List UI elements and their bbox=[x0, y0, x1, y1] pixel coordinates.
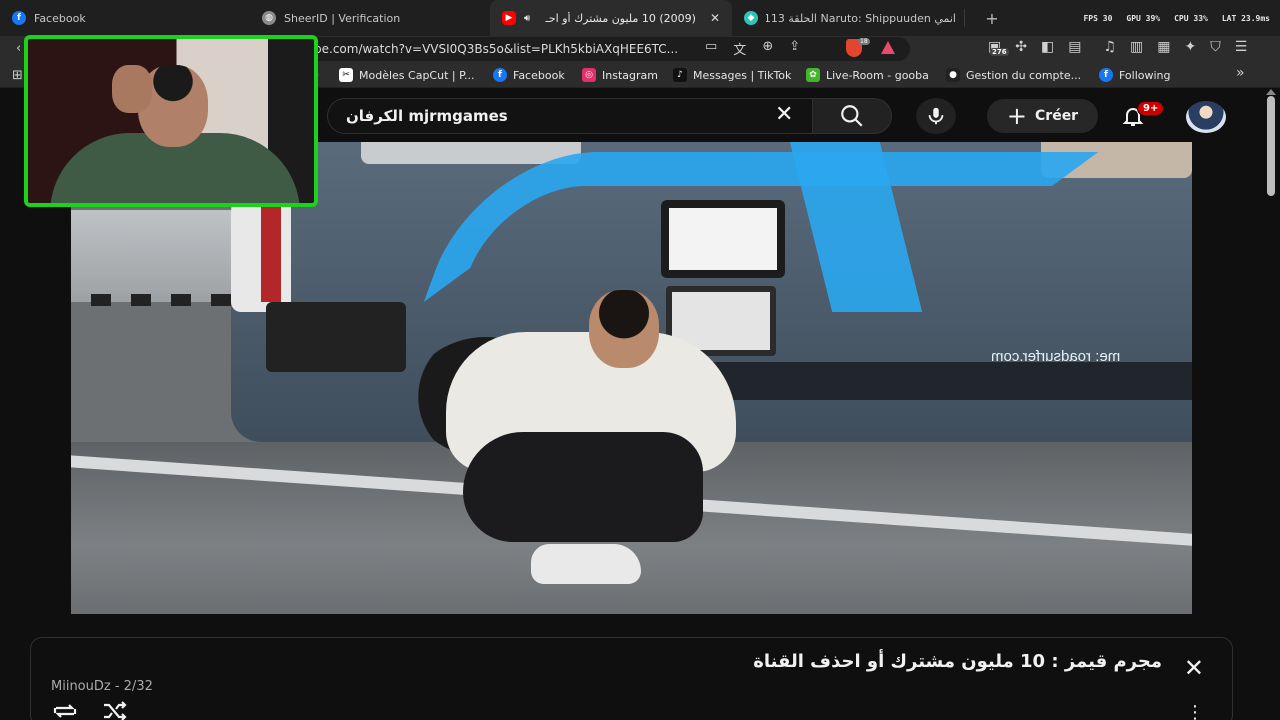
bookmark-facebook[interactable]: f Facebook bbox=[493, 68, 565, 82]
brave-rewards-icon[interactable] bbox=[881, 41, 895, 54]
shuffle-icon[interactable] bbox=[101, 700, 129, 720]
more-options-icon[interactable]: ⋮ bbox=[1186, 702, 1204, 720]
video-person-shoe bbox=[531, 544, 641, 584]
bookmark-label: Instagram bbox=[602, 68, 658, 82]
search-button[interactable] bbox=[812, 98, 892, 134]
media-controls-icon[interactable]: ♫ bbox=[1103, 39, 1116, 55]
scrollbar-thumb[interactable] bbox=[1267, 96, 1275, 196]
gooba-icon: ✿ bbox=[806, 68, 820, 82]
playlist-meta: MiinouDz - 2/32 bbox=[51, 679, 153, 694]
bookmark-label: Facebook bbox=[513, 68, 565, 82]
clear-search-icon[interactable]: ✕ bbox=[775, 104, 793, 126]
bookmark-tiktok[interactable]: ♪ Messages | TikTok bbox=[673, 68, 791, 82]
wallet-icon[interactable]: ▦ bbox=[1157, 39, 1170, 55]
speaker-icon[interactable]: 🔊︎ bbox=[524, 13, 530, 24]
translate-icon[interactable]: 文 bbox=[733, 39, 746, 58]
cpu-readout: CPU 33% bbox=[1174, 13, 1208, 23]
plus-icon: + bbox=[1006, 102, 1028, 130]
search-icon bbox=[841, 105, 863, 127]
search-query-text: الكرفان mjrmgames bbox=[346, 107, 508, 125]
facebook-icon: f bbox=[12, 11, 26, 25]
cast-icon[interactable]: ▭ bbox=[705, 39, 717, 58]
playlist-title[interactable]: مجرم قيمز : 10 مليون مشترك أو احذف القنا… bbox=[753, 651, 1162, 672]
create-label: Créer bbox=[1035, 108, 1079, 124]
video-van-lettering: me: roadsurfer.com bbox=[991, 348, 1121, 365]
video-player[interactable]: me: roadsurfer.com bbox=[71, 142, 1192, 614]
voice-search-button[interactable] bbox=[916, 98, 956, 134]
bookmark-label: Gestion du compte... bbox=[966, 68, 1082, 82]
brave-shields-badge: 18 bbox=[858, 38, 870, 45]
url-text: be.com/watch?v=VVSI0Q3Bs5o&list=PLKh5kbi… bbox=[314, 42, 679, 56]
leo-ai-icon[interactable]: ✦ bbox=[1184, 39, 1196, 55]
bookmark-gooba[interactable]: ✿ Live-Room - gooba bbox=[806, 68, 929, 82]
video-person-legs bbox=[463, 432, 703, 542]
video-background-trucks bbox=[71, 210, 241, 302]
close-playlist-icon[interactable]: ✕ bbox=[1184, 656, 1204, 680]
zoom-icon[interactable]: ⊕ bbox=[762, 39, 773, 58]
tab-anime[interactable]: ◆ انمي Naruto: Shippuuden الحلقة 113 bbox=[732, 0, 977, 36]
playlist-panel: مجرم قيمز : 10 مليون مشترك أو احذف القنا… bbox=[30, 637, 1233, 720]
url-action-icons: ▭ 文 ⊕ ⇪ bbox=[705, 39, 800, 58]
loop-playlist-icon[interactable] bbox=[51, 700, 79, 720]
bookmark-instagram[interactable]: ◎ Instagram bbox=[582, 68, 658, 82]
gpu-readout: GPU 39% bbox=[1126, 13, 1161, 23]
tab-label: SheerID | Verification bbox=[284, 11, 401, 25]
youtube-icon: ▶ bbox=[502, 11, 516, 25]
scroll-up-arrow-icon[interactable] bbox=[1266, 89, 1276, 95]
account-avatar[interactable] bbox=[1186, 101, 1226, 133]
notifications-badge: 9+ bbox=[1137, 101, 1165, 116]
tab-label: Facebook bbox=[34, 11, 86, 25]
more-bookmarks-icon[interactable]: » bbox=[1236, 65, 1245, 81]
extensions-puzzle-icon[interactable]: ✣ bbox=[1015, 39, 1027, 55]
facebook-icon: f bbox=[493, 68, 507, 82]
microphone-icon bbox=[928, 107, 944, 125]
bookmark-following[interactable]: f Following bbox=[1099, 68, 1171, 82]
create-button[interactable]: + Créer bbox=[987, 99, 1098, 133]
tab-separator bbox=[964, 9, 965, 27]
share-icon[interactable]: ⇪ bbox=[789, 39, 800, 58]
bookmark-capcut[interactable]: ✂ Modèles CapCut | P... bbox=[339, 68, 475, 82]
sidebar-icon[interactable]: ▥ bbox=[1130, 39, 1143, 55]
vpn-icon[interactable]: ⛉ bbox=[1210, 39, 1221, 55]
tab-label: انمي Naruto: Shippuuden الحلقة 113 bbox=[766, 11, 956, 25]
instagram-icon: ◎ bbox=[582, 68, 596, 82]
close-tab-icon[interactable]: ✕ bbox=[710, 11, 720, 25]
video-person-head bbox=[589, 290, 659, 368]
bookmark-label: Following bbox=[1119, 68, 1171, 82]
tiktok-icon: ♪ bbox=[673, 68, 687, 82]
extension-icons: ▣ ✣ ◧ ▤ ♫ ▥ ▦ ✦ ⛉ ☰ bbox=[988, 39, 1247, 55]
tab-label: (2009) 10 مليون مشترك أو احـ bbox=[545, 11, 696, 25]
screenshot-icon[interactable]: ◧ bbox=[1041, 39, 1054, 55]
apps-grid-icon[interactable]: ⊞ bbox=[12, 68, 23, 83]
pip-icon[interactable]: ▤ bbox=[1068, 39, 1081, 55]
bookmark-account[interactable]: ● Gestion du compte... bbox=[946, 68, 1081, 82]
browser-tab-strip: f Facebook ◍ SheerID | Verification ▶ 🔊︎… bbox=[0, 0, 1280, 36]
bookmark-label: Live-Room - gooba bbox=[826, 68, 929, 82]
video-van-taillight bbox=[261, 202, 281, 302]
video-van-hatch-open bbox=[661, 200, 785, 278]
bookmark-label: Modèles CapCut | P... bbox=[359, 68, 475, 82]
tab-youtube-active[interactable]: ▶ 🔊︎ (2009) 10 مليون مشترك أو احـ ✕ bbox=[490, 0, 732, 36]
tab-facebook[interactable]: f Facebook bbox=[0, 0, 250, 36]
facebook-icon: f bbox=[1099, 68, 1113, 82]
new-tab-button[interactable]: + bbox=[977, 9, 1007, 28]
latency-readout: LAT 23.9ms bbox=[1221, 13, 1270, 23]
capcut-icon: ✂ bbox=[339, 68, 353, 82]
webcam-overlay bbox=[24, 35, 318, 207]
extension-badge: 276 bbox=[990, 48, 1009, 56]
url-field[interactable]: be.com/watch?v=VVSI0Q3Bs5o&list=PLKh5kbi… bbox=[300, 37, 910, 61]
performance-overlay: FPS 30 GPU 39% CPU 33% LAT 23.9ms bbox=[1083, 14, 1280, 23]
anime-site-icon: ◆ bbox=[744, 11, 758, 25]
menu-icon[interactable]: ☰ bbox=[1235, 39, 1248, 55]
tab-sheerid[interactable]: ◍ SheerID | Verification bbox=[250, 0, 490, 36]
search-input[interactable]: الكرفان mjrmgames bbox=[327, 98, 812, 134]
video-truck-wheels bbox=[91, 294, 241, 306]
account-icon: ● bbox=[946, 68, 960, 82]
fps-readout: FPS 30 bbox=[1083, 13, 1113, 23]
webcam-person-hand bbox=[112, 65, 152, 113]
bookmark-label: Messages | TikTok bbox=[693, 68, 792, 82]
back-arrow-icon[interactable]: ‹ bbox=[16, 41, 21, 56]
video-van-bumper bbox=[266, 302, 406, 372]
globe-icon: ◍ bbox=[262, 11, 276, 25]
